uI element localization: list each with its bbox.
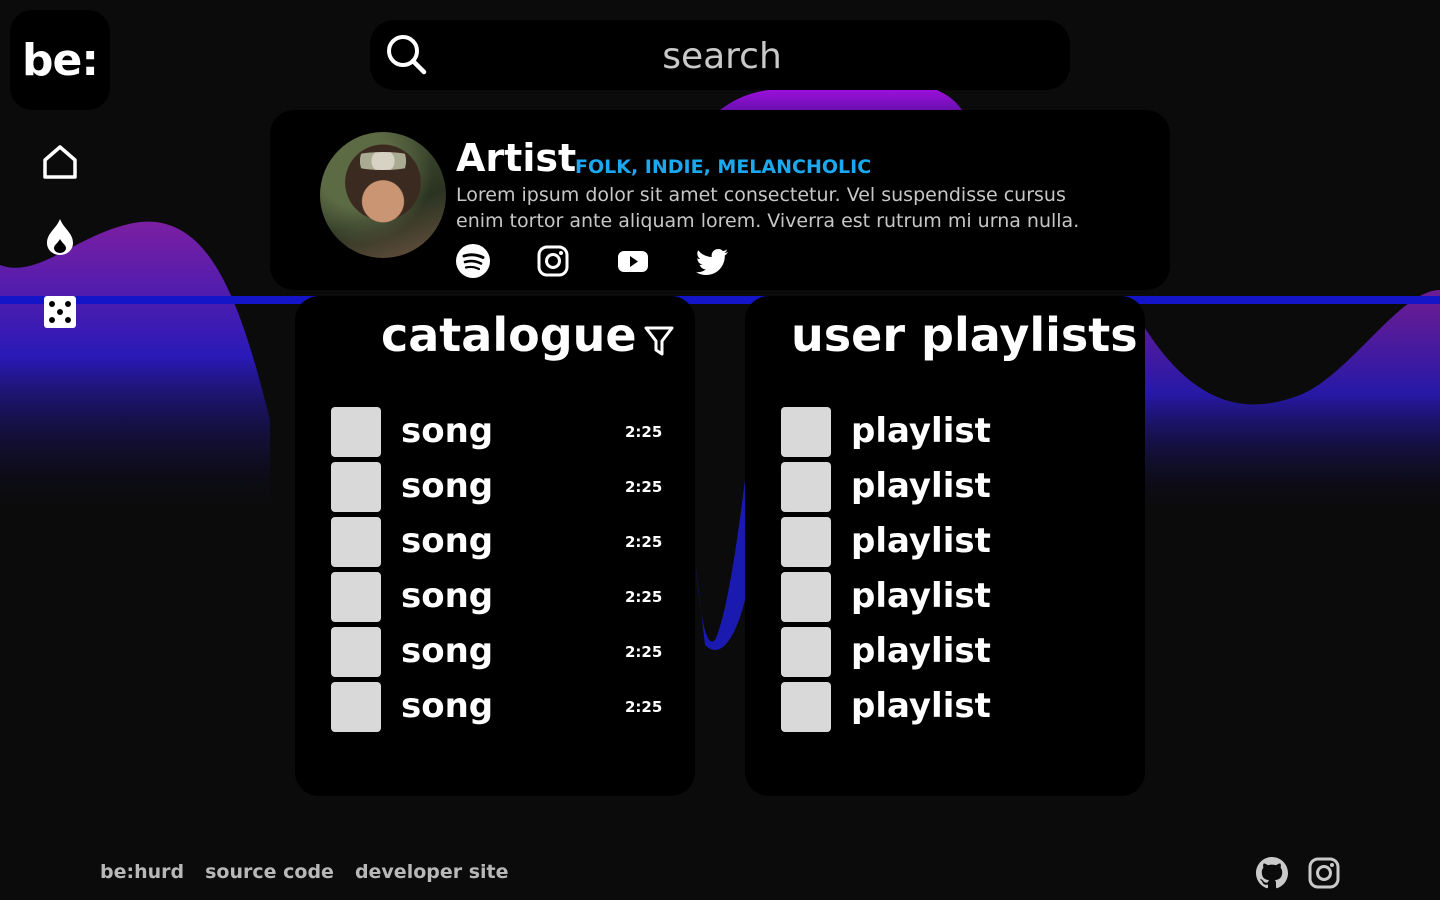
- spotify-link[interactable]: [456, 244, 490, 278]
- song-row[interactable]: song 2:25: [331, 627, 663, 677]
- song-row[interactable]: song 2:25: [331, 462, 663, 512]
- search-input[interactable]: [450, 30, 994, 82]
- playlist-thumbnail: [781, 407, 831, 457]
- song-duration: 2:25: [625, 698, 663, 716]
- song-thumbnail: [331, 572, 381, 622]
- nav-random[interactable]: [40, 292, 80, 332]
- playlist-thumbnail: [781, 517, 831, 567]
- playlist-thumbnail: [781, 682, 831, 732]
- song-thumbnail: [331, 682, 381, 732]
- catalogue-title: catalogue: [381, 308, 637, 362]
- footer-link-source-code[interactable]: source code: [205, 861, 334, 883]
- app-logo[interactable]: be:: [10, 10, 110, 110]
- artist-genres: FOLK, INDIE, MELANCHOLIC: [575, 156, 872, 178]
- song-thumbnail: [331, 462, 381, 512]
- song-duration: 2:25: [625, 643, 663, 661]
- playlist-title: playlist: [851, 521, 991, 561]
- song-title: song: [401, 576, 494, 616]
- playlists-title: user playlists: [791, 308, 1138, 362]
- artist-avatar: [320, 132, 446, 258]
- spotify-icon: [456, 244, 490, 278]
- playlist-title: playlist: [851, 631, 991, 671]
- search-bar: [370, 20, 1070, 90]
- footer-links: be:hurd source code developer site: [100, 861, 530, 883]
- playlist-thumbnail: [781, 627, 831, 677]
- song-row[interactable]: song 2:25: [331, 682, 663, 732]
- playlist-row[interactable]: playlist: [781, 682, 1111, 732]
- nav-trending[interactable]: [40, 217, 80, 257]
- song-thumbnail: [331, 517, 381, 567]
- twitter-icon: [696, 249, 728, 275]
- instagram-icon[interactable]: [1306, 855, 1342, 891]
- playlist-thumbnail: [781, 572, 831, 622]
- song-title: song: [401, 411, 494, 451]
- song-title: song: [401, 466, 494, 506]
- song-duration: 2:25: [625, 478, 663, 496]
- playlist-row[interactable]: playlist: [781, 407, 1111, 457]
- song-duration: 2:25: [625, 423, 663, 441]
- song-list: song 2:25 song 2:25 song 2:25 song 2:25 song 2:25…: [331, 407, 663, 737]
- playlist-title: playlist: [851, 576, 991, 616]
- artist-card: Artist FOLK, INDIE, MELANCHOLIC Lorem ip…: [270, 110, 1170, 290]
- playlist-row[interactable]: playlist: [781, 572, 1111, 622]
- instagram-link[interactable]: [536, 244, 570, 278]
- footer-link-developer-site[interactable]: developer site: [355, 861, 509, 883]
- search-icon[interactable]: [384, 32, 428, 76]
- song-duration: 2:25: [625, 533, 663, 551]
- playlist-row[interactable]: playlist: [781, 517, 1111, 567]
- song-row[interactable]: song 2:25: [331, 572, 663, 622]
- playlist-title: playlist: [851, 411, 991, 451]
- song-thumbnail: [331, 407, 381, 457]
- youtube-icon: [618, 251, 648, 272]
- song-title: song: [401, 631, 494, 671]
- twitter-link[interactable]: [696, 244, 730, 278]
- playlist-thumbnail: [781, 462, 831, 512]
- song-thumbnail: [331, 627, 381, 677]
- footer-link-behurd[interactable]: be:hurd: [100, 861, 184, 883]
- artist-name: Artist: [456, 136, 577, 180]
- playlist-title: playlist: [851, 686, 991, 726]
- artist-bio: Lorem ipsum dolor sit amet consectetur. …: [456, 184, 1080, 232]
- song-duration: 2:25: [625, 588, 663, 606]
- instagram-icon: [537, 245, 569, 277]
- catalogue-panel: catalogue song 2:25 song 2:25 song 2:25 song 2:…: [295, 296, 695, 796]
- song-title: song: [401, 521, 494, 561]
- song-title: song: [401, 686, 494, 726]
- home-icon: [43, 145, 77, 179]
- playlist-row[interactable]: playlist: [781, 627, 1111, 677]
- github-icon[interactable]: [1254, 855, 1290, 891]
- playlist-row[interactable]: playlist: [781, 462, 1111, 512]
- song-row[interactable]: song 2:25: [331, 407, 663, 457]
- flame-icon: [47, 219, 73, 255]
- youtube-link[interactable]: [616, 244, 650, 278]
- filter-icon[interactable]: [643, 324, 675, 358]
- logo-text: be:: [22, 34, 99, 86]
- playlist-list: playlist playlist playlist playlist playlist…: [781, 407, 1111, 737]
- dice-icon: [44, 296, 76, 328]
- nav-home[interactable]: [40, 142, 80, 182]
- song-row[interactable]: song 2:25: [331, 517, 663, 567]
- artist-socials: [456, 244, 776, 278]
- playlists-panel: user playlists playlist playlist playlist p…: [745, 296, 1145, 796]
- playlist-title: playlist: [851, 466, 991, 506]
